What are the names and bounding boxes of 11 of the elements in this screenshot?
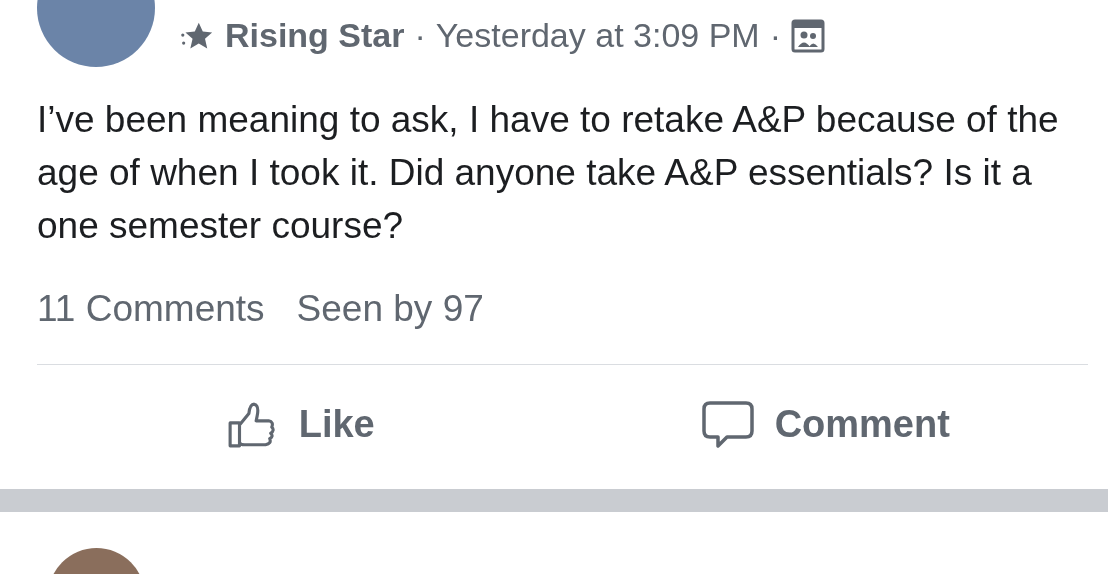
speech-bubble-icon [700, 399, 755, 450]
timestamp[interactable]: Yesterday at 3:09 PM [435, 16, 760, 55]
like-button[interactable]: Like [37, 365, 563, 484]
seen-by-count: Seen by 97 [296, 288, 484, 330]
badge-label: Rising Star [225, 16, 405, 55]
post-text: I’ve been meaning to ask, I have to retake A&P because of the age of when I took it. Did anyone take A&P essentials? Is it a one semester course? [37, 98, 1060, 248]
separator-dot: · [414, 16, 426, 55]
comments-count[interactable]: 11 Comments [37, 288, 265, 330]
comment-button[interactable]: Comment [562, 365, 1088, 484]
group-icon [791, 18, 825, 53]
separator-dot: · [769, 16, 781, 55]
